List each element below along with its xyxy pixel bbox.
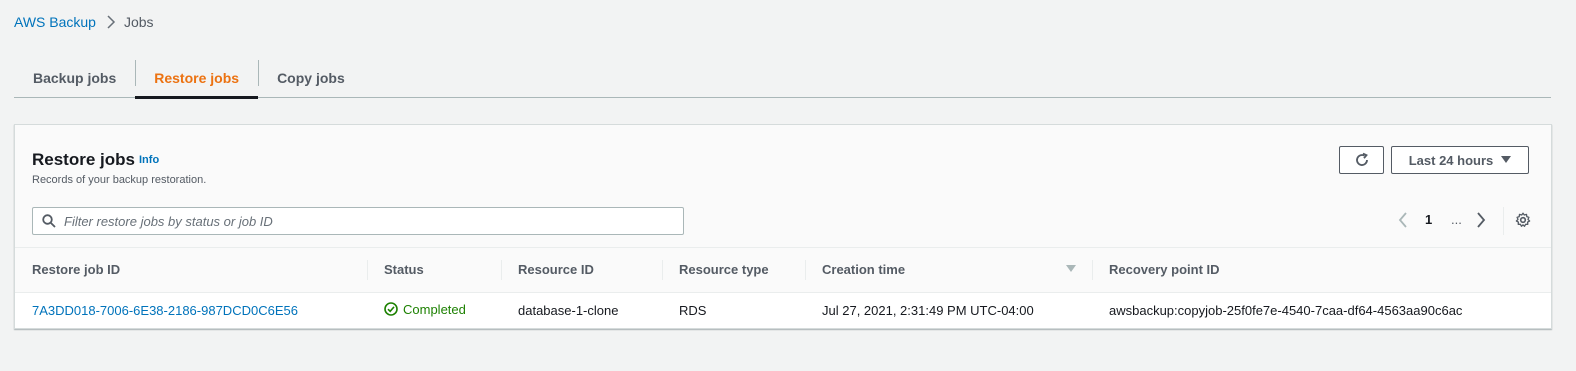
breadcrumb-aws-backup[interactable]: AWS Backup [14, 14, 96, 30]
breadcrumb: AWS Backup Jobs [14, 14, 154, 30]
breadcrumb-jobs: Jobs [123, 14, 154, 30]
page-ellipsis: ... [1451, 212, 1462, 227]
column-header-resource-type[interactable]: Resource type [662, 248, 805, 293]
gear-icon[interactable] [1515, 212, 1531, 228]
job-tabs: Backup jobs Restore jobs Copy jobs [14, 58, 1551, 99]
column-header-resource-id[interactable]: Resource ID [501, 248, 662, 293]
column-header-recovery-point-id[interactable]: Recovery point ID [1092, 248, 1551, 293]
status-badge: Completed [384, 302, 466, 317]
refresh-icon [1354, 152, 1370, 168]
recovery-point-id-cell: awsbackup:copyjob-25f0fe7e-4540-7caa-df6… [1109, 302, 1463, 318]
sort-descending-icon[interactable] [1066, 265, 1076, 273]
search-field [32, 207, 684, 235]
pagination-divider [1503, 207, 1504, 235]
restore-jobs-panel: Restore jobs Info Records of your backup… [14, 124, 1552, 329]
time-range-label: Last 24 hours [1408, 152, 1494, 168]
previous-page-icon[interactable] [1398, 212, 1408, 228]
refresh-button[interactable] [1339, 146, 1384, 174]
table-row: 7A3DD018-7006-6E38-2186-987DCD0C6E56 Com… [15, 292, 1551, 328]
info-link[interactable]: Info [139, 154, 159, 166]
caret-down-icon [1501, 156, 1512, 164]
restore-job-id-link[interactable]: 7A3DD018-7006-6E38-2186-987DCD0C6E56 [32, 303, 298, 318]
column-header-status[interactable]: Status [367, 248, 501, 293]
column-header-creation-time[interactable]: Creation time [805, 248, 1092, 293]
column-header-restore-job-id[interactable]: Restore job ID [15, 248, 367, 293]
status-text: Completed [403, 301, 466, 317]
panel-title: Restore jobs [32, 150, 135, 169]
table-header-row: Restore job ID Status Resource ID Resour… [15, 248, 1551, 293]
panel-description: Records of your backup restoration. [32, 174, 207, 186]
tab-copy-jobs[interactable]: Copy jobs [258, 58, 364, 97]
column-header-creation-time-label: Creation time [822, 262, 906, 278]
creation-time-cell: Jul 27, 2021, 2:31:49 PM UTC-04:00 [822, 302, 1034, 318]
time-range-dropdown[interactable]: Last 24 hours [1391, 146, 1529, 174]
tab-restore-jobs[interactable]: Restore jobs [135, 58, 258, 99]
search-icon [42, 214, 56, 228]
page-number-current[interactable]: 1 [1425, 212, 1432, 227]
resource-id-cell: database-1-clone [518, 302, 619, 318]
chevron-right-icon [106, 15, 116, 29]
search-input[interactable] [64, 213, 664, 229]
check-circle-icon [384, 302, 398, 316]
restore-jobs-table: Restore job ID Status Resource ID Resour… [15, 248, 1551, 328]
resource-type-cell: RDS [679, 302, 707, 318]
tab-backup-jobs[interactable]: Backup jobs [14, 58, 135, 97]
panel-header: Restore jobs Info Records of your backup… [15, 125, 1551, 248]
next-page-icon[interactable] [1476, 212, 1486, 228]
